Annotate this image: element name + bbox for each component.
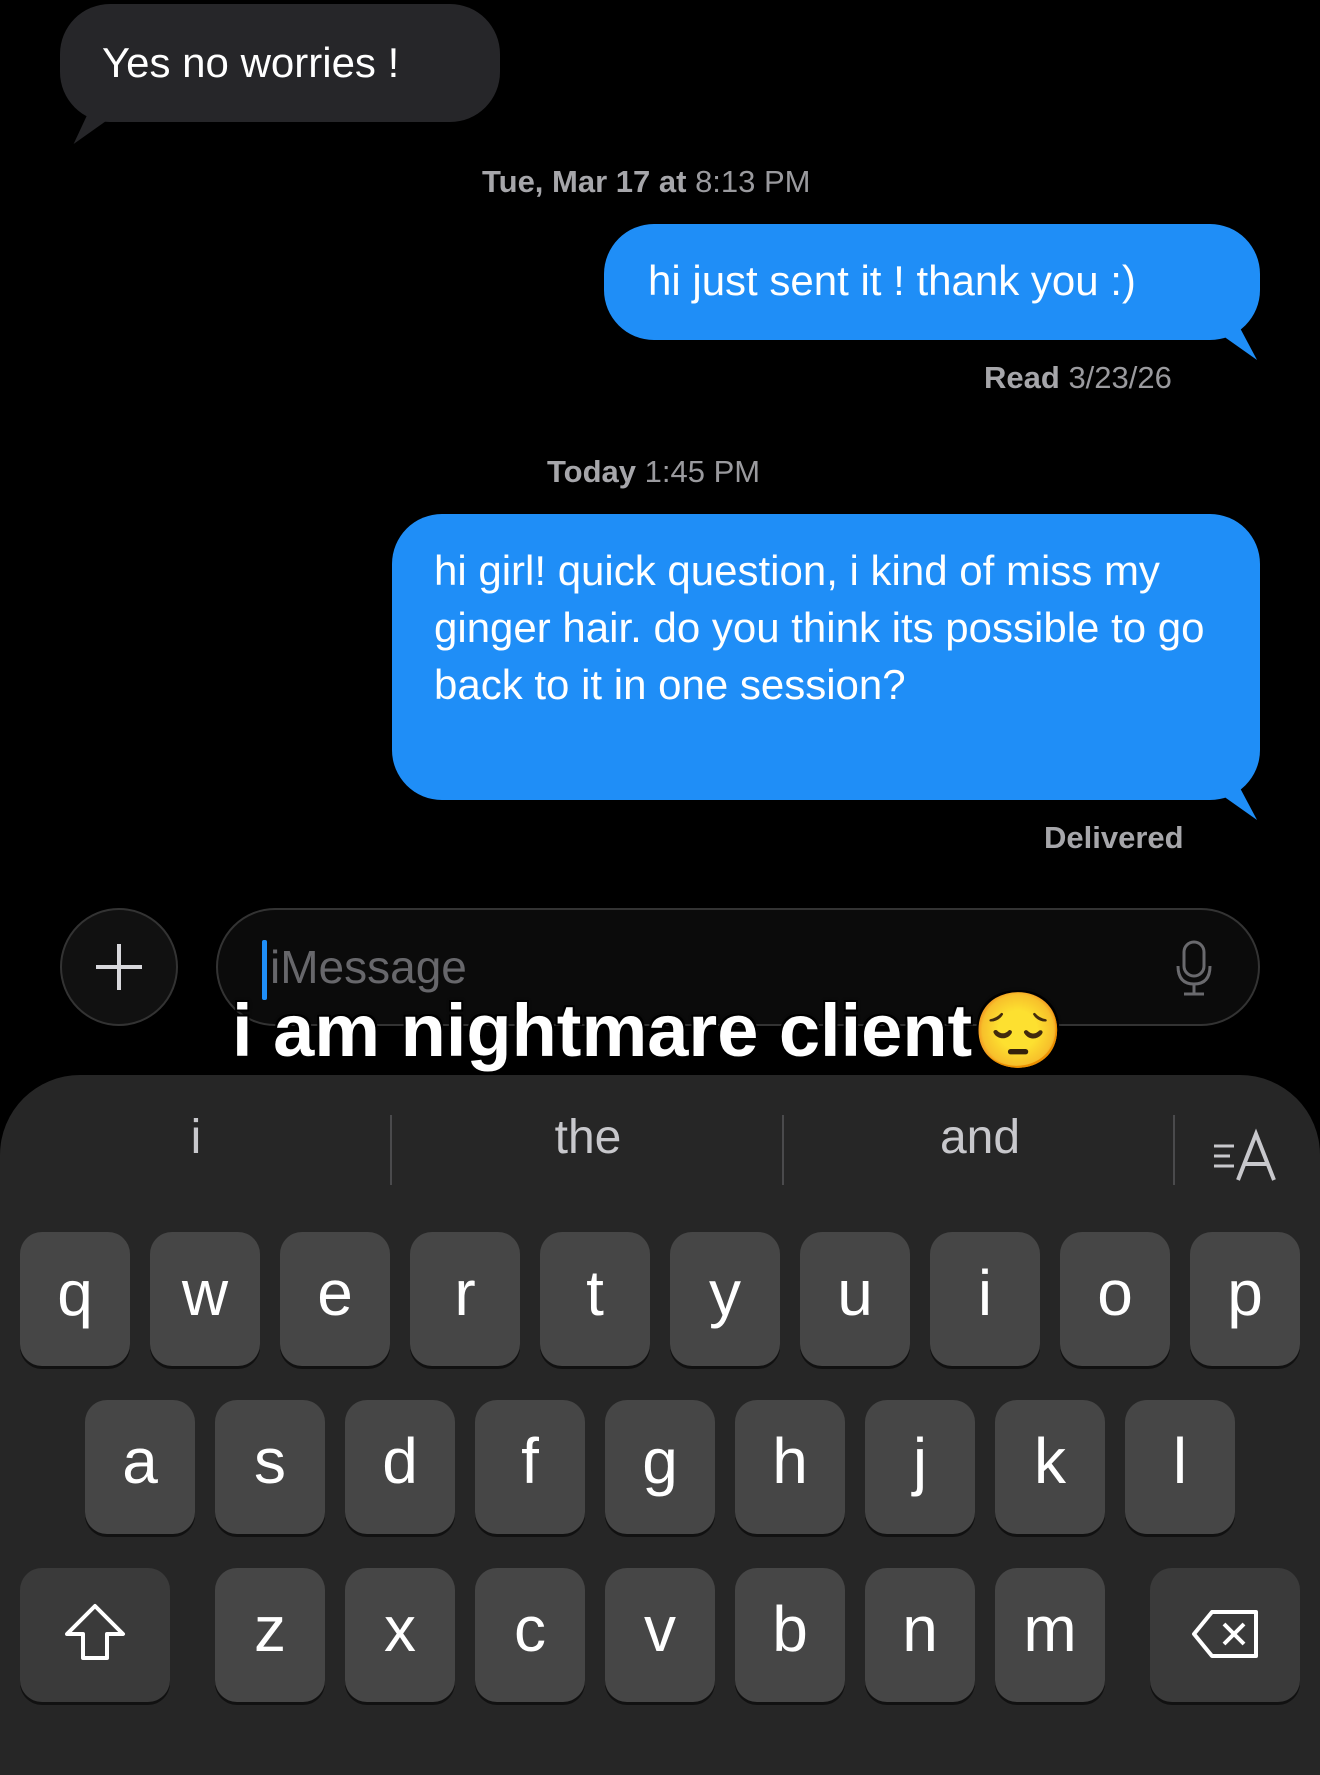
key-w[interactable]: w	[150, 1232, 260, 1366]
read-receipt: Read 3/23/26	[984, 360, 1172, 396]
sent-message-bubble[interactable]: hi just sent it ! thank you :)	[604, 224, 1260, 340]
key-u[interactable]: u	[800, 1232, 910, 1366]
key-r[interactable]: r	[410, 1232, 520, 1366]
bubble-tail	[1208, 326, 1258, 360]
sent-message-bubble[interactable]: hi girl! quick question, i kind of miss …	[392, 514, 1260, 800]
timestamp-day: Tue, Mar 17 at	[482, 164, 687, 199]
key-l[interactable]: l	[1125, 1400, 1235, 1534]
key-h[interactable]: h	[735, 1400, 845, 1534]
key-g[interactable]: g	[605, 1400, 715, 1534]
suggestion-item[interactable]: the	[392, 1110, 784, 1165]
key-c[interactable]: c	[475, 1568, 585, 1702]
message-placeholder: iMessage	[270, 941, 467, 993]
timestamp-time: 8:13 PM	[695, 164, 811, 199]
key-f[interactable]: f	[475, 1400, 585, 1534]
shift-icon	[65, 1604, 125, 1660]
timestamp-day: Today	[547, 454, 636, 489]
key-a[interactable]: a	[85, 1400, 195, 1534]
microphone-icon[interactable]	[1174, 938, 1214, 1003]
caption-text: i am nightmare client	[232, 989, 973, 1072]
key-o[interactable]: o	[1060, 1232, 1170, 1366]
read-label: Read	[984, 360, 1060, 395]
key-q[interactable]: q	[20, 1232, 130, 1366]
message-text: hi just sent it ! thank you :)	[648, 257, 1136, 304]
key-i[interactable]: i	[930, 1232, 1040, 1366]
pensive-face-emoji: 😔	[972, 989, 1065, 1072]
key-k[interactable]: k	[995, 1400, 1105, 1534]
key-v[interactable]: v	[605, 1568, 715, 1702]
key-d[interactable]: d	[345, 1400, 455, 1534]
timestamp: Today 1:45 PM	[547, 454, 760, 490]
key-j[interactable]: j	[865, 1400, 975, 1534]
key-z[interactable]: z	[215, 1568, 325, 1702]
overlay-caption: i am nightmare client😔	[232, 988, 1064, 1075]
read-date: 3/23/26	[1068, 360, 1172, 395]
key-y[interactable]: y	[670, 1232, 780, 1366]
suggestion-divider	[1173, 1115, 1175, 1185]
bubble-tail	[1208, 786, 1258, 820]
timestamp-time: 1:45 PM	[644, 454, 761, 489]
delivery-status: Delivered	[1044, 820, 1184, 855]
text-format-icon[interactable]	[1212, 1128, 1284, 1197]
message-text: hi girl! quick question, i kind of miss …	[434, 547, 1205, 708]
key-n[interactable]: n	[865, 1568, 975, 1702]
key-x[interactable]: x	[345, 1568, 455, 1702]
backspace-icon	[1192, 1610, 1258, 1658]
key-t[interactable]: t	[540, 1232, 650, 1366]
key-s[interactable]: s	[215, 1400, 325, 1534]
add-attachment-button[interactable]	[60, 908, 178, 1026]
key-e[interactable]: e	[280, 1232, 390, 1366]
suggestion-item[interactable]: i	[0, 1110, 392, 1165]
message-text: Yes no worries !	[102, 39, 400, 86]
key-b[interactable]: b	[735, 1568, 845, 1702]
received-message-bubble[interactable]: Yes no worries !	[60, 4, 500, 122]
shift-key[interactable]	[20, 1568, 170, 1702]
delete-key[interactable]	[1150, 1568, 1300, 1702]
suggestion-item[interactable]: and	[784, 1110, 1176, 1165]
timestamp: Tue, Mar 17 at 8:13 PM	[482, 164, 811, 200]
key-p[interactable]: p	[1190, 1232, 1300, 1366]
key-m[interactable]: m	[995, 1568, 1105, 1702]
